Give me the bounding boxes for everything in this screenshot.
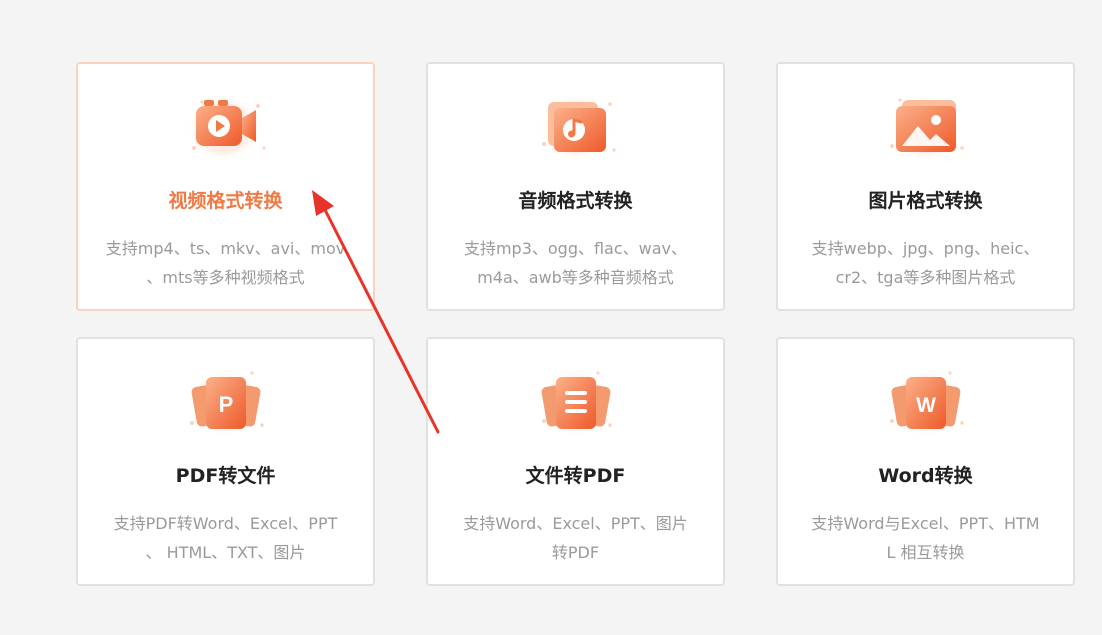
card-description-line: 、 HTML、TXT、图片 xyxy=(145,543,306,562)
music-note-icon xyxy=(528,88,624,168)
word-w-icon: W xyxy=(878,363,974,443)
icon-letter: P xyxy=(218,392,233,417)
card-description: 支持Word与Excel、PPT、HTM L 相互转换 xyxy=(792,509,1059,567)
card-description-line: 、mts等多种视频格式 xyxy=(146,268,305,287)
card-description-line: 支持PDF转Word、Excel、PPT xyxy=(113,514,338,533)
card-title: 图片格式转换 xyxy=(868,190,983,212)
card-audio-conversion[interactable]: 音频格式转换 支持mp3、ogg、flac、wav、 m4a、awb等多种音频格… xyxy=(426,62,725,311)
card-description: 支持mp4、ts、mkv、avi、mov 、mts等多种视频格式 xyxy=(92,234,359,292)
card-description-line: L 相互转换 xyxy=(886,543,965,562)
card-description: 支持PDF转Word、Excel、PPT 、 HTML、TXT、图片 xyxy=(92,509,359,567)
card-description: 支持Word、Excel、PPT、图片 转PDF xyxy=(442,509,709,567)
image-icon xyxy=(878,88,974,168)
card-title: 音频格式转换 xyxy=(518,190,633,212)
card-description-line: 支持Word、Excel、PPT、图片 xyxy=(463,514,688,533)
document-lines-icon xyxy=(528,363,624,443)
card-video-conversion[interactable]: 视频格式转换 支持mp4、ts、mkv、avi、mov 、mts等多种视频格式 xyxy=(76,62,375,311)
card-file-to-pdf[interactable]: 文件转PDF 支持Word、Excel、PPT、图片 转PDF xyxy=(426,337,725,586)
icon-letter: W xyxy=(916,394,936,417)
card-word-conversion[interactable]: W Word转换 支持Word与Excel、PPT、HTM L 相互转换 xyxy=(776,337,1075,586)
card-description-line: cr2、tga等多种图片格式 xyxy=(835,268,1016,287)
card-description-line: 支持mp3、ogg、flac、wav、 xyxy=(463,239,688,258)
card-description-line: 支持webp、jpg、png、heic、 xyxy=(811,239,1040,258)
card-title: Word转换 xyxy=(878,465,973,487)
card-pdf-to-file[interactable]: P PDF转文件 支持PDF转Word、Excel、PPT 、 HTML、TXT… xyxy=(76,337,375,586)
video-camera-icon xyxy=(178,88,274,168)
card-title: 视频格式转换 xyxy=(168,190,283,212)
card-description-line: 转PDF xyxy=(551,543,600,562)
card-description-line: 支持mp4、ts、mkv、avi、mov xyxy=(105,239,346,258)
card-description-line: m4a、awb等多种音频格式 xyxy=(477,268,674,287)
pdf-p-icon: P xyxy=(178,363,274,443)
card-description-line: 支持Word与Excel、PPT、HTM xyxy=(811,514,1040,533)
card-description: 支持mp3、ogg、flac、wav、 m4a、awb等多种音频格式 xyxy=(442,234,709,292)
card-title: PDF转文件 xyxy=(175,465,276,487)
card-description: 支持webp、jpg、png、heic、 cr2、tga等多种图片格式 xyxy=(792,234,1059,292)
card-title: 文件转PDF xyxy=(525,465,626,487)
card-image-conversion[interactable]: 图片格式转换 支持webp、jpg、png、heic、 cr2、tga等多种图片… xyxy=(776,62,1075,311)
